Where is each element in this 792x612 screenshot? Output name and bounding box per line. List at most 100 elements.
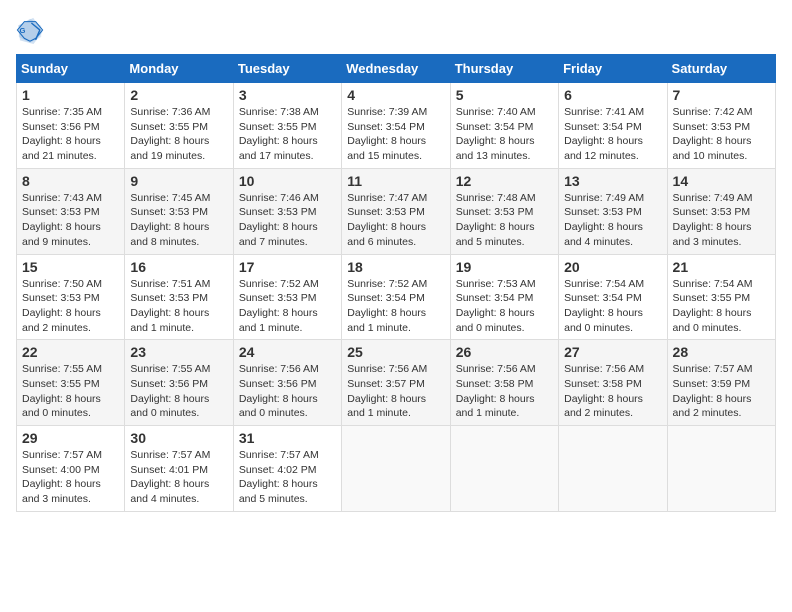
header-cell-wednesday: Wednesday: [342, 55, 450, 83]
day-cell: 18 Sunrise: 7:52 AMSunset: 3:54 PMDaylig…: [342, 254, 450, 340]
day-cell: 21 Sunrise: 7:54 AMSunset: 3:55 PMDaylig…: [667, 254, 775, 340]
day-cell: 22 Sunrise: 7:55 AMSunset: 3:55 PMDaylig…: [17, 340, 125, 426]
day-info: Sunrise: 7:56 AMSunset: 3:58 PMDaylight:…: [456, 362, 553, 421]
logo: G: [16, 16, 48, 44]
day-number: 5: [456, 87, 553, 103]
day-number: 25: [347, 344, 444, 360]
day-cell: [450, 426, 558, 512]
week-row-1: 1 Sunrise: 7:35 AMSunset: 3:56 PMDayligh…: [17, 83, 776, 169]
day-cell: 10 Sunrise: 7:46 AMSunset: 3:53 PMDaylig…: [233, 168, 341, 254]
header-cell-saturday: Saturday: [667, 55, 775, 83]
day-info: Sunrise: 7:51 AMSunset: 3:53 PMDaylight:…: [130, 277, 227, 336]
header-cell-thursday: Thursday: [450, 55, 558, 83]
day-cell: 25 Sunrise: 7:56 AMSunset: 3:57 PMDaylig…: [342, 340, 450, 426]
day-cell: [559, 426, 667, 512]
day-cell: 4 Sunrise: 7:39 AMSunset: 3:54 PMDayligh…: [342, 83, 450, 169]
day-info: Sunrise: 7:38 AMSunset: 3:55 PMDaylight:…: [239, 105, 336, 164]
day-info: Sunrise: 7:56 AMSunset: 3:56 PMDaylight:…: [239, 362, 336, 421]
day-number: 20: [564, 259, 661, 275]
day-cell: 12 Sunrise: 7:48 AMSunset: 3:53 PMDaylig…: [450, 168, 558, 254]
day-cell: [342, 426, 450, 512]
logo-icon: G: [16, 16, 44, 44]
day-cell: 17 Sunrise: 7:52 AMSunset: 3:53 PMDaylig…: [233, 254, 341, 340]
day-info: Sunrise: 7:57 AMSunset: 4:00 PMDaylight:…: [22, 448, 119, 507]
day-cell: 28 Sunrise: 7:57 AMSunset: 3:59 PMDaylig…: [667, 340, 775, 426]
day-cell: 20 Sunrise: 7:54 AMSunset: 3:54 PMDaylig…: [559, 254, 667, 340]
day-cell: 2 Sunrise: 7:36 AMSunset: 3:55 PMDayligh…: [125, 83, 233, 169]
day-number: 7: [673, 87, 770, 103]
day-info: Sunrise: 7:39 AMSunset: 3:54 PMDaylight:…: [347, 105, 444, 164]
day-number: 28: [673, 344, 770, 360]
day-info: Sunrise: 7:57 AMSunset: 3:59 PMDaylight:…: [673, 362, 770, 421]
day-cell: 9 Sunrise: 7:45 AMSunset: 3:53 PMDayligh…: [125, 168, 233, 254]
day-number: 29: [22, 430, 119, 446]
day-cell: 1 Sunrise: 7:35 AMSunset: 3:56 PMDayligh…: [17, 83, 125, 169]
calendar-table: SundayMondayTuesdayWednesdayThursdayFrid…: [16, 54, 776, 512]
day-cell: 24 Sunrise: 7:56 AMSunset: 3:56 PMDaylig…: [233, 340, 341, 426]
day-info: Sunrise: 7:55 AMSunset: 3:55 PMDaylight:…: [22, 362, 119, 421]
week-row-2: 8 Sunrise: 7:43 AMSunset: 3:53 PMDayligh…: [17, 168, 776, 254]
day-info: Sunrise: 7:43 AMSunset: 3:53 PMDaylight:…: [22, 191, 119, 250]
calendar-body: 1 Sunrise: 7:35 AMSunset: 3:56 PMDayligh…: [17, 83, 776, 512]
day-info: Sunrise: 7:42 AMSunset: 3:53 PMDaylight:…: [673, 105, 770, 164]
day-number: 2: [130, 87, 227, 103]
day-info: Sunrise: 7:55 AMSunset: 3:56 PMDaylight:…: [130, 362, 227, 421]
week-row-5: 29 Sunrise: 7:57 AMSunset: 4:00 PMDaylig…: [17, 426, 776, 512]
day-info: Sunrise: 7:52 AMSunset: 3:54 PMDaylight:…: [347, 277, 444, 336]
day-cell: 11 Sunrise: 7:47 AMSunset: 3:53 PMDaylig…: [342, 168, 450, 254]
header-row: SundayMondayTuesdayWednesdayThursdayFrid…: [17, 55, 776, 83]
day-info: Sunrise: 7:45 AMSunset: 3:53 PMDaylight:…: [130, 191, 227, 250]
day-info: Sunrise: 7:41 AMSunset: 3:54 PMDaylight:…: [564, 105, 661, 164]
page-header: G: [16, 16, 776, 44]
day-cell: 5 Sunrise: 7:40 AMSunset: 3:54 PMDayligh…: [450, 83, 558, 169]
day-info: Sunrise: 7:47 AMSunset: 3:53 PMDaylight:…: [347, 191, 444, 250]
header-cell-sunday: Sunday: [17, 55, 125, 83]
day-info: Sunrise: 7:36 AMSunset: 3:55 PMDaylight:…: [130, 105, 227, 164]
day-number: 15: [22, 259, 119, 275]
day-cell: 16 Sunrise: 7:51 AMSunset: 3:53 PMDaylig…: [125, 254, 233, 340]
day-number: 4: [347, 87, 444, 103]
day-cell: 3 Sunrise: 7:38 AMSunset: 3:55 PMDayligh…: [233, 83, 341, 169]
day-info: Sunrise: 7:54 AMSunset: 3:54 PMDaylight:…: [564, 277, 661, 336]
day-cell: 23 Sunrise: 7:55 AMSunset: 3:56 PMDaylig…: [125, 340, 233, 426]
day-number: 8: [22, 173, 119, 189]
day-cell: 8 Sunrise: 7:43 AMSunset: 3:53 PMDayligh…: [17, 168, 125, 254]
day-number: 31: [239, 430, 336, 446]
day-info: Sunrise: 7:50 AMSunset: 3:53 PMDaylight:…: [22, 277, 119, 336]
day-info: Sunrise: 7:46 AMSunset: 3:53 PMDaylight:…: [239, 191, 336, 250]
day-cell: 29 Sunrise: 7:57 AMSunset: 4:00 PMDaylig…: [17, 426, 125, 512]
day-number: 19: [456, 259, 553, 275]
day-cell: 27 Sunrise: 7:56 AMSunset: 3:58 PMDaylig…: [559, 340, 667, 426]
day-cell: 7 Sunrise: 7:42 AMSunset: 3:53 PMDayligh…: [667, 83, 775, 169]
day-number: 12: [456, 173, 553, 189]
day-info: Sunrise: 7:56 AMSunset: 3:57 PMDaylight:…: [347, 362, 444, 421]
day-number: 18: [347, 259, 444, 275]
header-cell-friday: Friday: [559, 55, 667, 83]
day-number: 9: [130, 173, 227, 189]
day-number: 6: [564, 87, 661, 103]
header-cell-monday: Monday: [125, 55, 233, 83]
day-info: Sunrise: 7:52 AMSunset: 3:53 PMDaylight:…: [239, 277, 336, 336]
day-number: 21: [673, 259, 770, 275]
day-info: Sunrise: 7:57 AMSunset: 4:01 PMDaylight:…: [130, 448, 227, 507]
day-number: 11: [347, 173, 444, 189]
calendar-header: SundayMondayTuesdayWednesdayThursdayFrid…: [17, 55, 776, 83]
day-number: 3: [239, 87, 336, 103]
day-number: 30: [130, 430, 227, 446]
day-number: 13: [564, 173, 661, 189]
day-number: 23: [130, 344, 227, 360]
day-number: 1: [22, 87, 119, 103]
day-cell: 19 Sunrise: 7:53 AMSunset: 3:54 PMDaylig…: [450, 254, 558, 340]
day-number: 10: [239, 173, 336, 189]
day-number: 27: [564, 344, 661, 360]
day-cell: 15 Sunrise: 7:50 AMSunset: 3:53 PMDaylig…: [17, 254, 125, 340]
day-info: Sunrise: 7:54 AMSunset: 3:55 PMDaylight:…: [673, 277, 770, 336]
day-info: Sunrise: 7:40 AMSunset: 3:54 PMDaylight:…: [456, 105, 553, 164]
week-row-4: 22 Sunrise: 7:55 AMSunset: 3:55 PMDaylig…: [17, 340, 776, 426]
day-info: Sunrise: 7:56 AMSunset: 3:58 PMDaylight:…: [564, 362, 661, 421]
day-cell: 13 Sunrise: 7:49 AMSunset: 3:53 PMDaylig…: [559, 168, 667, 254]
day-cell: [667, 426, 775, 512]
svg-text:G: G: [20, 26, 26, 35]
day-cell: 30 Sunrise: 7:57 AMSunset: 4:01 PMDaylig…: [125, 426, 233, 512]
day-number: 22: [22, 344, 119, 360]
